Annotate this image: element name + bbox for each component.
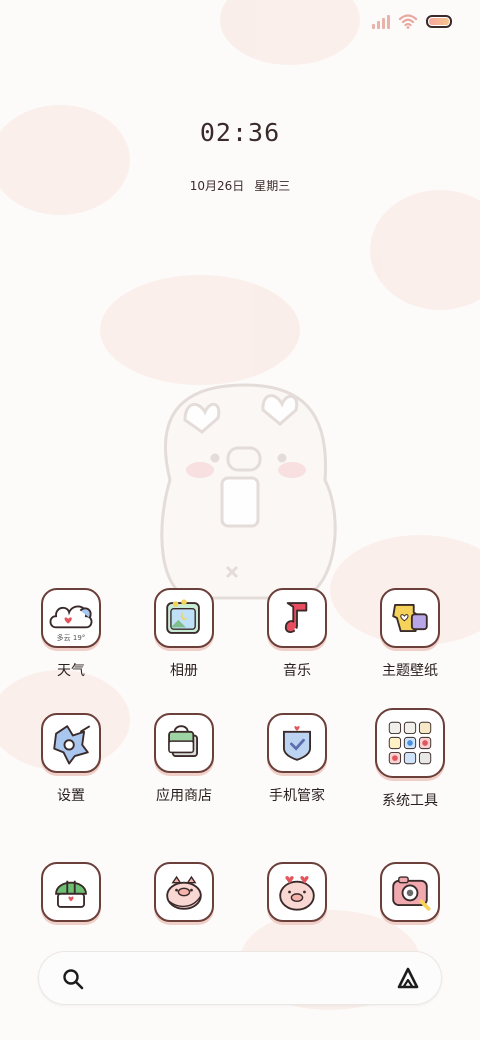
app-label: 音乐 xyxy=(283,663,311,679)
music-icon xyxy=(267,588,327,648)
clock-weekday: 星期三 xyxy=(254,179,291,193)
dock-messages[interactable] xyxy=(138,862,230,922)
camera-icon xyxy=(380,862,440,922)
phone-icon xyxy=(41,862,101,922)
search-icon[interactable] xyxy=(61,967,85,991)
app-label: 天气 xyxy=(57,663,85,679)
assistant-icon[interactable] xyxy=(395,966,421,992)
weather-text: 多云 19° xyxy=(56,634,86,642)
dock-camera[interactable] xyxy=(364,862,456,922)
app-label: 系统工具 xyxy=(382,793,438,809)
app-system-tools[interactable]: 系统工具 xyxy=(364,708,456,810)
app-store-icon xyxy=(154,713,214,773)
gallery-icon xyxy=(154,588,214,648)
wifi-icon xyxy=(398,14,418,29)
app-label: 相册 xyxy=(170,663,198,679)
search-bar[interactable] xyxy=(38,951,442,1005)
app-label: 主题壁纸 xyxy=(382,663,438,679)
app-store[interactable]: 应用商店 xyxy=(138,713,230,805)
browser-icon xyxy=(267,862,327,922)
weather-icon: 多云 19° xyxy=(41,588,101,648)
clock-date-row: 10月26日 星期三 xyxy=(0,177,480,194)
cellular-signal-icon xyxy=(372,13,390,29)
app-security[interactable]: 手机管家 xyxy=(251,713,343,805)
app-weather[interactable]: 多云 19° 天气 xyxy=(25,588,117,680)
themes-icon xyxy=(380,588,440,648)
messages-icon xyxy=(154,862,214,922)
app-label: 手机管家 xyxy=(269,788,325,804)
dock-browser[interactable] xyxy=(251,862,343,922)
app-music[interactable]: 音乐 xyxy=(251,588,343,680)
system-tools-folder-icon xyxy=(375,708,445,778)
dock-phone[interactable] xyxy=(25,862,117,922)
app-label: 应用商店 xyxy=(156,788,212,804)
status-bar xyxy=(372,10,452,32)
app-themes[interactable]: 主题壁纸 xyxy=(364,588,456,680)
clock-time: 02:36 xyxy=(199,118,281,147)
security-icon xyxy=(267,713,327,773)
app-settings[interactable]: 设置 xyxy=(25,713,117,805)
settings-icon xyxy=(41,713,101,773)
app-label: 设置 xyxy=(57,788,85,804)
app-gallery[interactable]: 相册 xyxy=(138,588,230,680)
battery-icon xyxy=(426,14,452,28)
clock-date: 10月26日 xyxy=(189,179,245,193)
